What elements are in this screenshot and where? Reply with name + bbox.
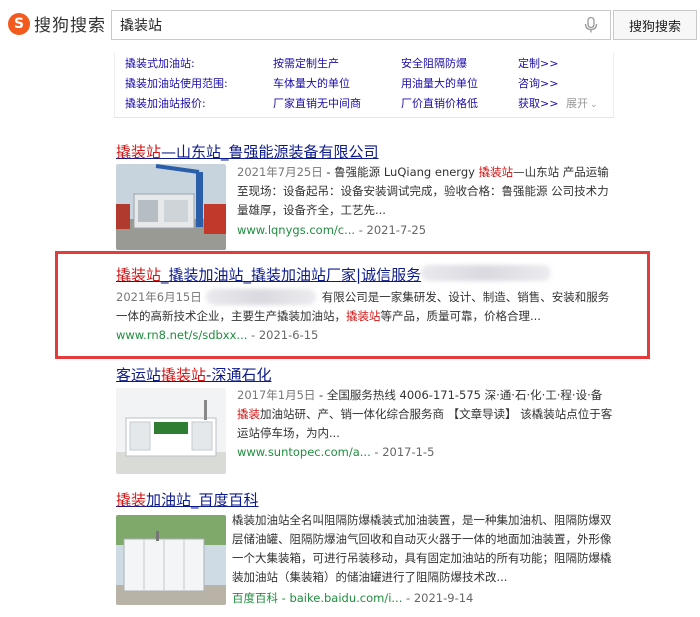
search-result: 客运站撬装站-深通石化 2017年1月5日 - 全国服务热线 4006-171-… (116, 364, 616, 474)
related-action-link[interactable]: 获取>> (518, 95, 558, 111)
related-link[interactable]: 撬装式加油站: (125, 55, 195, 71)
result-date: 2017年1月5日 (237, 388, 316, 402)
result-snippet: 2021年7月25日 - 鲁强能源 LuQiang energy 撬装站—山东站… (237, 163, 613, 220)
result-url[interactable]: 百度百科 - baike.baidu.com/i... - 2021-9-14 (232, 590, 473, 606)
snippet-highlight: 撬装 (237, 407, 260, 421)
result-snippet: 橇装加油站全名叫阻隔防爆橇装式加油装置，是一种集加油机、阻隔防爆双层储油罐、阻隔… (232, 513, 612, 584)
related-link[interactable]: 按需定制生产 (273, 55, 339, 71)
source-name: 百度百科 (232, 591, 278, 605)
sogou-logo-icon: S (8, 12, 30, 35)
url-date: - 2021-6-15 (247, 328, 319, 342)
related-link[interactable]: 用油量大的单位 (401, 75, 478, 91)
sogou-logo[interactable]: S 搜狗搜索 (8, 11, 106, 36)
related-action-link[interactable]: 定制>> (518, 55, 558, 71)
result-url[interactable]: www.lqnygs.com/c... - 2021-7-25 (237, 223, 426, 237)
title-highlight: 撬装站 (116, 266, 162, 284)
search-button[interactable]: 搜狗搜索 (613, 10, 697, 40)
result-thumbnail-station[interactable] (116, 388, 226, 474)
title-text: _撬装加油站_撬装加油站厂家|诚信服务 (161, 266, 422, 284)
related-link[interactable]: 厂价直销价格低 (401, 95, 478, 111)
url-date: - 2017-1-5 (370, 445, 435, 459)
url-text: www.suntopec.com/a... (237, 445, 371, 459)
result-title-link[interactable]: 客运站撬装站-深通石化 (116, 364, 271, 385)
related-link[interactable]: 撬装加油站使用范围: (125, 75, 228, 91)
related-action-link[interactable]: 咨询>> (518, 75, 558, 91)
search-input[interactable] (120, 11, 560, 39)
microphone-icon[interactable] (584, 17, 598, 33)
snippet-highlight: 撬装站 (478, 165, 514, 179)
chevron-down-icon: ⌄ (590, 100, 598, 110)
result-url[interactable]: www.suntopec.com/a... - 2017-1-5 (237, 445, 434, 459)
related-link[interactable]: 车体量大的单位 (273, 75, 350, 91)
snippet-text: 加油站研、产、销一体化综合服务商 【文章导读】 该橇装站点位于客运站停车场，为内… (237, 407, 613, 440)
search-result: 撬装加油站_百度百科 橇装加油站全名叫阻隔防爆橇装式加油装置，是一种集加油机、阻… (116, 489, 616, 609)
redacted-blur (421, 265, 551, 281)
result-snippet: 2017年1月5日 - 全国服务热线 4006-171-575 深·通·石·化·… (237, 386, 613, 443)
redacted-blur (206, 289, 316, 305)
expand-label: 展开 (566, 97, 588, 110)
url-text: www.rn8.net/s/sdbxx... (116, 328, 248, 342)
snippet-highlight: 撬装站 (346, 309, 381, 323)
related-link[interactable]: 安全阻隔防爆 (401, 55, 467, 71)
result-snippet: 2021年6月15日 有限公司是一家集研发、设计、制造、销售、安装和服务一体的高新… (116, 288, 611, 326)
result-url[interactable]: www.rn8.net/s/sdbxx... - 2021-6-15 (116, 328, 318, 342)
result-thumbnail-container[interactable] (116, 515, 226, 605)
search-result: 撬装站—山东站_鲁强能源装备有限公司 2021年7月25日 - 鲁强能源 LuQ… (116, 141, 616, 250)
title-text: -深通石化 (206, 366, 272, 384)
related-link[interactable]: 撬装加油站报价: (125, 95, 206, 111)
result-date: 2021年7月25日 (237, 165, 323, 179)
result-date: 2021年6月15日 (116, 290, 202, 304)
result-thumbnail-crane[interactable] (116, 164, 226, 250)
title-text: —山东站_鲁强能源装备有限公司 (161, 143, 379, 161)
search-header: S 搜狗搜索 搜狗搜索 (0, 0, 700, 50)
url-date: - 2021-7-25 (355, 223, 427, 237)
result-title-link[interactable]: 撬装站_撬装加油站_撬装加油站厂家|诚信服务 (116, 264, 421, 285)
title-highlight: 撬装 (116, 491, 147, 509)
logo-text: 搜狗搜索 (34, 16, 106, 36)
search-box[interactable] (111, 10, 611, 40)
title-text: 客运站 (116, 366, 162, 384)
result-title-link[interactable]: 撬装站—山东站_鲁强能源装备有限公司 (116, 141, 379, 162)
title-text: 加油站_百度百科 (146, 491, 259, 509)
search-result: 撬装站_撬装加油站_撬装加油站厂家|诚信服务 2021年6月15日 有限公司是一家… (116, 264, 641, 350)
url-text: - baike.baidu.com/i... (278, 591, 403, 605)
snippet-text: 等产品，质量可靠，价格合理... (380, 309, 541, 323)
related-link[interactable]: 厂家直销无中间商 (273, 95, 361, 111)
result-title-link[interactable]: 撬装加油站_百度百科 (116, 489, 259, 510)
title-highlight: 撬装站 (116, 143, 162, 161)
url-date: - 2021-9-14 (402, 591, 474, 605)
title-highlight: 撬装站 (161, 366, 207, 384)
snippet-text: - 全国服务热线 4006-171-575 深·通·石·化·工·程·设·备 (315, 388, 603, 402)
snippet-text: - 鲁强能源 LuQiang energy (322, 165, 479, 179)
related-links-panel: 撬装式加油站: 按需定制生产 安全阻隔防爆 定制>> 撬装加油站使用范围: 车体… (114, 53, 614, 118)
url-text: www.lqnygs.com/c... (237, 223, 356, 237)
expand-link[interactable]: 展开 ⌄ (566, 95, 598, 111)
